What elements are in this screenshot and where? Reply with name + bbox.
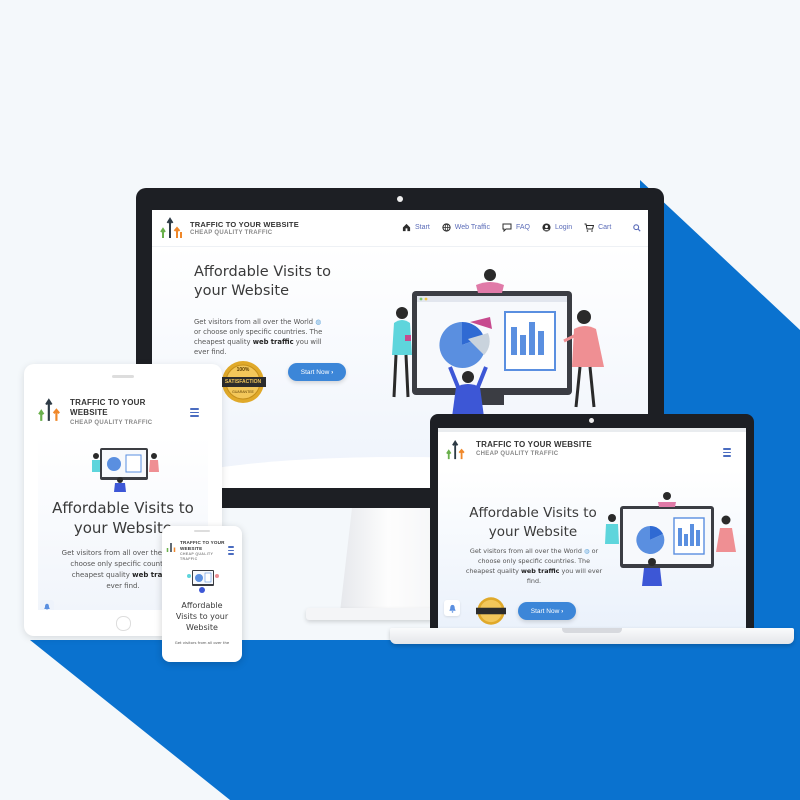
badge-top: 100% <box>236 367 250 373</box>
laptop-text-bold: web traffic <box>521 567 560 575</box>
laptop-globe-icon: ◍ <box>583 547 590 555</box>
hero-title-line1: Affordable Visits to <box>194 264 331 280</box>
phone-speaker <box>194 530 210 532</box>
laptop-hero: Affordable Visits to your Website Get vi… <box>438 470 746 632</box>
phone-sub-line2: TRAFFIC <box>180 556 198 561</box>
user-icon <box>542 223 551 232</box>
laptop-device: TRAFFIC TO YOUR WEBSITE CHEAP QUALITY TR… <box>430 414 754 632</box>
hero-text-line2: or choose only specific countries. The <box>194 328 323 336</box>
monitor-camera <box>397 196 403 202</box>
tablet-menu-icon[interactable] <box>190 408 199 417</box>
phone-brand-line1: TRAFFIC TO YOUR <box>180 540 225 545</box>
phone-hero-text: Get visitors from all over the <box>174 640 230 645</box>
phone-title-line2: Visits to your <box>175 612 229 621</box>
hero-text-bold: web traffic <box>252 338 294 346</box>
nav-cart-label: Cart <box>598 224 612 231</box>
cart-icon <box>584 223 595 232</box>
tablet-brand-subtitle: CHEAP QUALITY TRAFFIC <box>70 420 153 426</box>
phone-brand-subtitle: CHEAP QUALITY TRAFFIC <box>180 552 213 561</box>
home-icon <box>402 223 411 232</box>
tablet-bell-button[interactable] <box>40 600 54 610</box>
laptop-menu-icon[interactable] <box>723 448 731 457</box>
hero-title-line2: your Website <box>194 283 290 299</box>
phone-device: TRAFFIC TO YOUR WEBSITE CHEAP QUALITY TR… <box>162 526 242 662</box>
phone-logo[interactable] <box>166 540 178 554</box>
laptop-title-line2: your Website <box>488 524 578 540</box>
laptop-text-line3: cheapest quality <box>465 567 519 575</box>
brand-subtitle: CHEAP QUALITY TRAFFIC <box>190 230 273 236</box>
tablet-brand-line2: WEBSITE <box>70 408 108 417</box>
laptop-hinge-notch <box>562 628 622 633</box>
globe-icon <box>442 223 451 232</box>
badge-bottom: GUARANTEE <box>232 390 254 394</box>
badge-band: SATISFACTION <box>224 379 262 385</box>
tablet-illustration <box>92 448 159 492</box>
chevron-right-icon: › <box>331 368 334 376</box>
phone-brand-title: TRAFFIC TO YOUR WEBSITE <box>180 540 225 551</box>
laptop-text-line3-end: you will ever <box>561 567 603 575</box>
nav-cart[interactable]: Cart <box>584 223 611 232</box>
hero-text-line3-end: you will <box>295 338 322 346</box>
laptop-brand-subtitle: CHEAP QUALITY TRAFFIC <box>476 451 559 457</box>
nav-login-label: Login <box>554 224 573 231</box>
hero-title: Affordable Visits to your Website <box>194 263 331 301</box>
laptop-topbar <box>438 428 746 432</box>
laptop-camera <box>589 418 594 423</box>
laptop-bell-button[interactable] <box>444 600 460 616</box>
laptop-screen: TRAFFIC TO YOUR WEBSITE CHEAP QUALITY TR… <box>438 428 746 632</box>
nav-start[interactable]: Start <box>402 223 430 232</box>
start-now-button[interactable]: Start Now › <box>288 363 346 381</box>
tablet-brand-title: TRAFFIC TO YOUR WEBSITE <box>70 398 146 418</box>
start-now-label: Start Now <box>300 368 330 376</box>
laptop-start-now-label: Start Now <box>530 607 560 615</box>
tablet-speaker <box>112 375 134 378</box>
nav-faq[interactable]: FAQ <box>502 223 530 232</box>
site-logo[interactable] <box>160 216 184 240</box>
phone-brand-line2: WEBSITE <box>180 545 203 551</box>
tablet-home-button[interactable] <box>116 616 131 631</box>
laptop-title-line1: Affordable Visits to <box>469 505 597 521</box>
phone-title-line1: Affordable <box>181 601 223 610</box>
tablet-logo[interactable] <box>38 396 64 424</box>
nav-login[interactable]: Login <box>542 223 572 232</box>
hero-text-line3: cheapest quality <box>194 338 251 346</box>
nav-start-label: Start <box>415 224 430 231</box>
nav-web-traffic[interactable]: Web Traffic <box>442 223 490 232</box>
phone-screen: TRAFFIC TO YOUR WEBSITE CHEAP QUALITY TR… <box>166 536 238 656</box>
laptop-text-line4: find. <box>526 577 542 585</box>
nav-web-traffic-label: Web Traffic <box>454 224 490 231</box>
hero-text: Get visitors from all over the World ◍ o… <box>194 317 334 357</box>
laptop-text-line1: Get visitors from all over the World <box>469 547 582 555</box>
main-nav: Start Web Traffic FAQ Login Cart <box>402 223 641 232</box>
tablet-title-line1: Affordable Visits to <box>52 499 194 517</box>
phone-sub-line1: CHEAP QUALITY <box>180 552 214 556</box>
phone-menu-icon[interactable] <box>228 546 234 555</box>
phone-title-line3: Website <box>186 623 218 632</box>
laptop-hero-text: Get visitors from all over the World ◍ o… <box>446 546 622 586</box>
brand-title: TRAFFIC TO YOUR WEBSITE <box>190 220 299 229</box>
desktop-header: TRAFFIC TO YOUR WEBSITE CHEAP QUALITY TR… <box>152 210 648 247</box>
phone-hero-title: Affordable Visits to your Website <box>166 600 238 633</box>
bell-icon <box>448 604 456 613</box>
satisfaction-badge: 100% SATISFACTION GUARANTEE <box>220 359 266 405</box>
laptop-chevron-right-icon: › <box>561 607 564 615</box>
laptop-text-line2: choose only specific countries. The <box>477 557 591 565</box>
laptop-brand-title: TRAFFIC TO YOUR WEBSITE <box>476 440 592 449</box>
chat-icon <box>502 223 512 232</box>
hero-text-line4: ever find. <box>194 348 227 356</box>
laptop-start-now-button[interactable]: Start Now › <box>518 602 576 620</box>
laptop-logo[interactable] <box>446 438 468 462</box>
globe-emoji-icon: ◍ <box>315 318 322 326</box>
tablet-brand-line1: TRAFFIC TO YOUR <box>70 398 146 407</box>
nav-faq-label: FAQ <box>515 224 530 231</box>
laptop-text-line1-end: or <box>591 547 599 555</box>
bell-icon <box>44 603 50 610</box>
laptop-hero-title: Affordable Visits to your Website <box>458 504 608 542</box>
phone-illustration <box>187 570 219 593</box>
laptop-satisfaction-badge <box>476 596 506 626</box>
hero-text-line1: Get visitors from all over the World <box>194 318 314 326</box>
search-icon[interactable] <box>633 224 641 232</box>
laptop-illustration <box>605 492 736 586</box>
